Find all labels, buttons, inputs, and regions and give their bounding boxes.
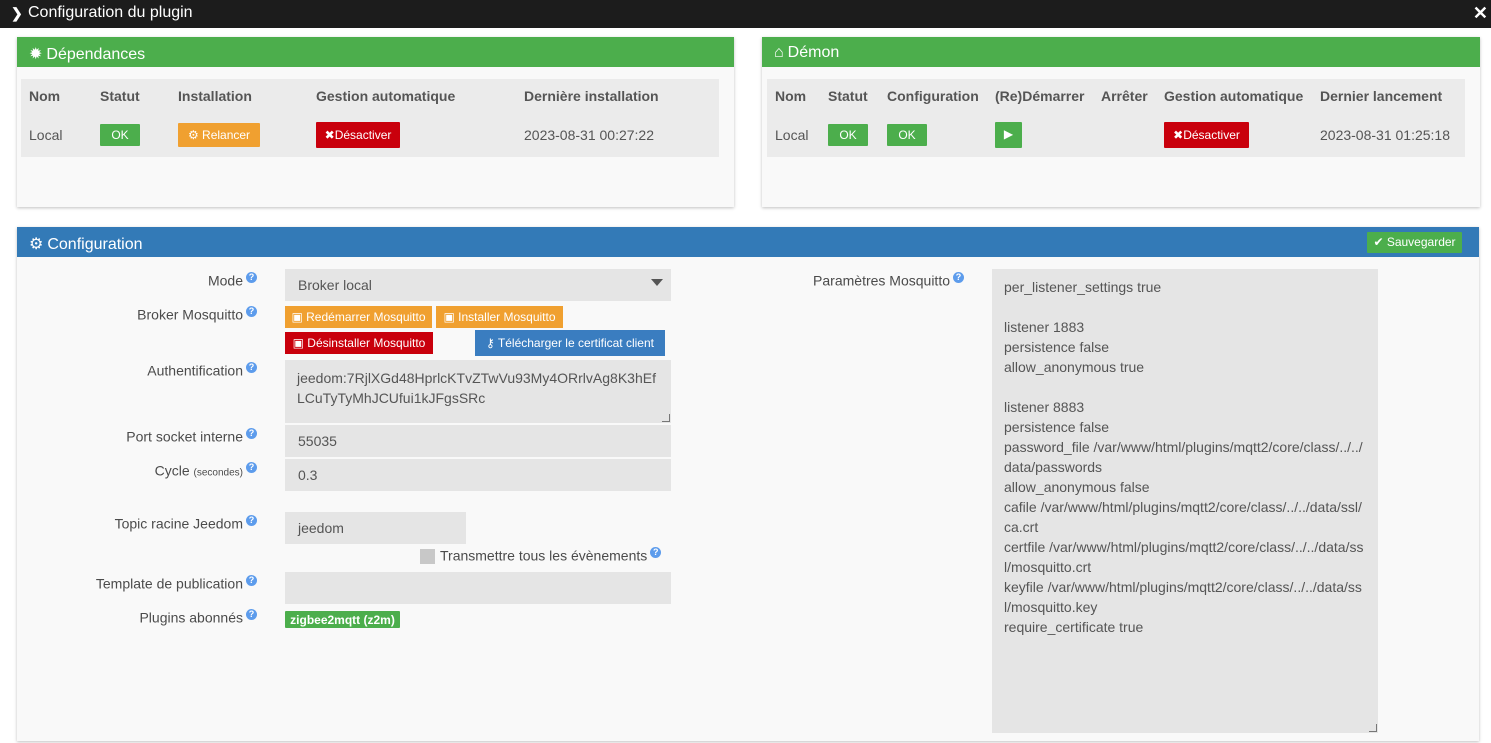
demon-dernier: 2023-08-31 01:25:18 bbox=[1320, 127, 1450, 143]
configuration-title: Configuration bbox=[47, 236, 143, 253]
dependances-panel: ✹ Dépendances Nom Statut Installation Ges… bbox=[17, 37, 734, 207]
check-circle-icon: ✔ bbox=[1373, 235, 1387, 249]
demon-header: ⌂ Démon bbox=[762, 37, 1480, 67]
template-label: Template de publication? bbox=[96, 575, 257, 592]
demon-title: Démon bbox=[787, 44, 840, 61]
times-icon: ✖ bbox=[1173, 128, 1184, 142]
mosquitto-params-label: Paramètres Mosquitto? bbox=[813, 272, 964, 289]
auth-textarea[interactable]: jeedom:7RjlXGd48HprlcKTvZTwVu93My4ORrlvA… bbox=[285, 360, 671, 423]
plus-square-icon: ▣ bbox=[443, 310, 459, 324]
broker-label: Broker Mosquitto? bbox=[137, 306, 257, 323]
col-statut: Statut bbox=[828, 88, 868, 104]
help-icon: ? bbox=[246, 575, 257, 586]
col-nom: Nom bbox=[29, 88, 61, 104]
demon-config-badge: OK bbox=[887, 124, 927, 146]
mode-value: Broker local bbox=[298, 277, 372, 293]
col-gestion: Gestion automatique bbox=[316, 88, 456, 104]
table-row: Local OK OK ▶ ✖Désactiver 2023-08-31 01:… bbox=[767, 113, 1465, 157]
cycle-label: Cycle (secondes)? bbox=[155, 462, 257, 479]
mode-select[interactable]: Broker local bbox=[285, 269, 671, 301]
uninstall-mosquitto-button[interactable]: ▣ Désinstaller Mosquitto bbox=[285, 332, 433, 354]
times-icon: ✖ bbox=[324, 128, 335, 142]
help-icon: ? bbox=[246, 515, 257, 526]
transmit-checkbox[interactable] bbox=[420, 549, 435, 564]
dep-derniere: 2023-08-31 00:27:22 bbox=[524, 127, 654, 143]
mode-label: Mode? bbox=[208, 272, 257, 289]
port-label: Port socket interne? bbox=[126, 428, 257, 445]
demon-status-badge: OK bbox=[828, 124, 868, 146]
help-icon: ? bbox=[246, 609, 257, 620]
topic-label: Topic racine Jeedom? bbox=[115, 515, 257, 532]
demon-panel: ⌂ Démon Nom Statut Configuration (Re)Déma… bbox=[762, 37, 1480, 207]
col-statut: Statut bbox=[100, 88, 140, 104]
col-installation: Installation bbox=[178, 88, 252, 104]
template-input[interactable] bbox=[285, 572, 671, 604]
transmit-label: Transmettre tous les évènements? bbox=[440, 547, 662, 564]
dep-status-badge: OK bbox=[100, 124, 140, 146]
col-gestion: Gestion automatique bbox=[1164, 88, 1304, 104]
cycle-unit: (secondes) bbox=[193, 467, 243, 479]
table-row: Local OK ⚙ Relancer ✖Désactiver 2023-08-… bbox=[21, 113, 719, 157]
demon-desactiver-label: Désactiver bbox=[1183, 128, 1240, 142]
resize-handle[interactable] bbox=[1369, 724, 1377, 732]
modal-titlebar: ❯ Configuration du plugin ✕ bbox=[0, 0, 1491, 28]
help-icon: ? bbox=[246, 272, 257, 283]
demon-nom: Local bbox=[775, 127, 809, 143]
demon-table: Nom Statut Configuration (Re)Démarrer Ar… bbox=[767, 79, 1465, 157]
chevron-right-icon: ❯ bbox=[11, 5, 23, 21]
col-configuration: Configuration bbox=[887, 88, 979, 104]
dep-desactiver-button[interactable]: ✖Désactiver bbox=[316, 122, 400, 148]
mosquitto-params-textarea[interactable]: per_listener_settings true listener 1883… bbox=[992, 269, 1378, 733]
bank-icon: ⌂ bbox=[774, 44, 784, 61]
cycle-input[interactable]: 0.3 bbox=[285, 459, 671, 491]
play-icon: ▶ bbox=[1003, 127, 1014, 141]
help-icon: ? bbox=[246, 462, 257, 473]
help-icon: ? bbox=[246, 362, 257, 373]
save-button[interactable]: ✔ Sauvegarder bbox=[1367, 232, 1462, 253]
plugin-tag: zigbee2mqtt (z2m) bbox=[285, 611, 400, 628]
help-icon: ? bbox=[246, 306, 257, 317]
bicycle-icon: ⚙ bbox=[187, 128, 203, 142]
port-input[interactable]: 55035 bbox=[285, 425, 671, 457]
play-button[interactable]: ▶ bbox=[995, 122, 1022, 148]
plugins-label: Plugins abonnés? bbox=[139, 609, 257, 626]
relancer-label: Relancer bbox=[202, 128, 251, 142]
help-icon: ? bbox=[953, 272, 964, 283]
col-arreter: Arrêter bbox=[1101, 88, 1148, 104]
gear-icon: ✹ bbox=[29, 46, 43, 63]
save-label: Sauvegarder bbox=[1386, 235, 1456, 249]
dependances-header: ✹ Dépendances bbox=[17, 37, 734, 67]
resize-handle[interactable] bbox=[662, 414, 670, 422]
chevron-down-icon bbox=[651, 279, 663, 286]
cogs-icon: ⚙ bbox=[29, 236, 44, 253]
restart-mosquitto-button[interactable]: ▣ Redémarrer Mosquitto bbox=[285, 306, 432, 328]
col-redemarrer: (Re)Démarrer bbox=[995, 88, 1085, 104]
help-icon: ? bbox=[650, 547, 662, 558]
demon-desactiver-button[interactable]: ✖Désactiver bbox=[1164, 122, 1249, 148]
configuration-header: ⚙ Configuration ✔ Sauvegarder bbox=[17, 227, 1479, 257]
col-derniere: Dernière installation bbox=[524, 88, 659, 104]
dependances-title: Dépendances bbox=[46, 46, 146, 63]
dep-desactiver-label: Désactiver bbox=[334, 128, 392, 142]
minus-square-icon: ▣ bbox=[292, 336, 308, 350]
download-cert-button[interactable]: ⚷ Télécharger le certificat client bbox=[475, 330, 665, 356]
col-nom: Nom bbox=[775, 88, 807, 104]
modal-title: Configuration du plugin bbox=[28, 4, 193, 21]
key-icon: ⚷ bbox=[486, 336, 498, 350]
dependances-table: Nom Statut Installation Gestion automati… bbox=[21, 79, 719, 157]
col-dernier: Dernier lancement bbox=[1320, 88, 1443, 104]
close-icon[interactable]: ✕ bbox=[1473, 3, 1488, 24]
minus-square-icon: ▣ bbox=[291, 310, 307, 324]
help-icon: ? bbox=[246, 428, 257, 439]
dep-nom: Local bbox=[29, 127, 63, 143]
topic-input[interactable]: jeedom bbox=[285, 512, 466, 544]
relancer-button[interactable]: ⚙ Relancer bbox=[178, 123, 260, 147]
auth-label: Authentification? bbox=[147, 362, 257, 379]
install-mosquitto-button[interactable]: ▣ Installer Mosquitto bbox=[436, 306, 563, 328]
